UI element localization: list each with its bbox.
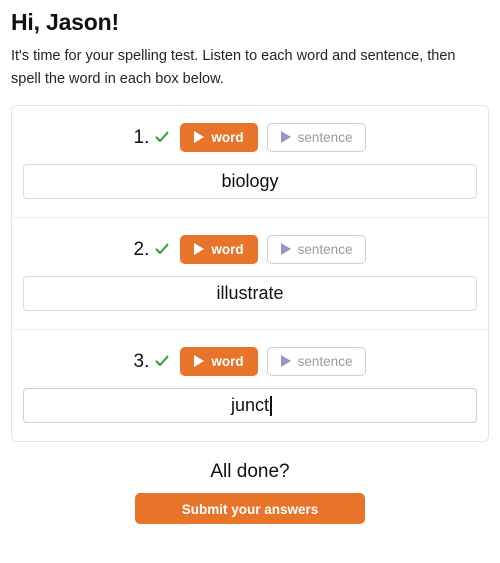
answer-input-shell <box>23 164 477 199</box>
play-word-label: word <box>211 241 244 257</box>
play-sentence-label: sentence <box>297 241 353 257</box>
spelling-answer-input[interactable] <box>23 276 477 311</box>
play-triangle-icon <box>280 355 291 367</box>
text-caret <box>270 396 272 416</box>
check-icon <box>153 240 171 258</box>
item-controls: 3. word sentence <box>12 346 488 376</box>
all-done-label: All done? <box>210 461 290 482</box>
check-icon <box>153 352 171 370</box>
answer-input-shell <box>23 276 477 311</box>
play-word-label: word <box>211 353 244 369</box>
item-controls: 1. word sentence <box>12 122 488 152</box>
play-word-button[interactable]: word <box>180 346 258 376</box>
spelling-item-row: 2. word sentence <box>12 218 488 330</box>
check-icon <box>153 128 171 146</box>
play-sentence-label: sentence <box>297 129 353 145</box>
spelling-answer-input[interactable] <box>23 388 477 423</box>
spelling-items-card: 1. word sentence 2. word sentence 3. word senten… <box>11 105 489 442</box>
item-number-label: 1. <box>133 126 150 148</box>
submit-answers-button[interactable]: Submit your answers <box>135 493 365 524</box>
answer-input-shell <box>23 388 477 423</box>
spelling-item-row: 1. word sentence <box>12 106 488 218</box>
item-number-group: 2. <box>134 240 172 259</box>
item-number-group: 3. <box>134 352 172 371</box>
play-sentence-button[interactable]: sentence <box>266 234 367 264</box>
answer-field-wrapper <box>12 376 488 423</box>
play-word-button[interactable]: word <box>180 234 258 264</box>
play-sentence-label: sentence <box>297 353 353 369</box>
answer-field-wrapper <box>12 152 488 199</box>
spelling-answer-input[interactable] <box>23 164 477 199</box>
play-word-button[interactable]: word <box>180 122 258 152</box>
play-triangle-icon <box>280 243 291 255</box>
answer-field-wrapper <box>12 264 488 311</box>
play-triangle-icon <box>194 131 205 143</box>
play-triangle-icon <box>280 131 291 143</box>
play-sentence-button[interactable]: sentence <box>266 122 367 152</box>
instructions-text: It's time for your spelling test. Listen… <box>11 48 456 87</box>
play-sentence-button[interactable]: sentence <box>266 346 367 376</box>
play-word-label: word <box>211 129 244 145</box>
item-controls: 2. word sentence <box>12 234 488 264</box>
item-number-group: 1. <box>134 128 172 147</box>
item-number-label: 2. <box>133 238 150 260</box>
page-title: Hi, Jason! <box>11 9 119 35</box>
footer-section: All done? Submit your answers <box>11 442 489 524</box>
play-triangle-icon <box>194 243 205 255</box>
spelling-item-row: 3. word sentence <box>12 330 488 441</box>
item-number-label: 3. <box>133 350 150 372</box>
spelling-test-page: Hi, Jason! It's time for your spelling t… <box>0 0 500 563</box>
play-triangle-icon <box>194 355 205 367</box>
